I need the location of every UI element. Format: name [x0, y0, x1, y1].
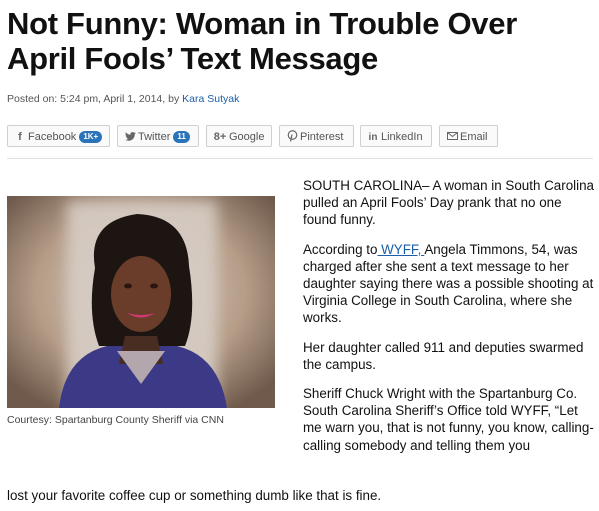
google-plus-icon: 8+ [213, 131, 227, 143]
pinterest-label: Pinterest [300, 131, 344, 143]
paragraph-2-lead: According to [303, 241, 378, 257]
share-bar: f Facebook 1K+ Twitter 11 8+ Google Pinteres… [7, 125, 593, 149]
twitter-count-badge: 11 [173, 131, 190, 143]
paragraph-4-last-line: lost your favorite coffee cup or somethi… [7, 488, 382, 503]
article-body: SOUTH CAROLINA– A woman in South Carolin… [303, 177, 597, 466]
photo-caption: Courtesy: Spartanburg County Sheriff via… [7, 414, 224, 426]
paragraph-4: Sheriff Chuck Wright with the Spartanbur… [303, 386, 594, 453]
divider [7, 158, 593, 159]
facebook-icon: f [18, 131, 22, 143]
email-icon [444, 126, 460, 148]
linkedin-share-button[interactable]: in LinkedIn [360, 125, 432, 147]
article-headline: Not Funny: Woman in Trouble Over April F… [7, 6, 517, 76]
byline: Posted on: 5:24 pm, April 1, 2014, by Ka… [7, 93, 239, 105]
facebook-label: Facebook [28, 131, 77, 143]
twitter-share-button[interactable]: Twitter 11 [117, 125, 199, 147]
google-plus-share-button[interactable]: 8+ Google [206, 125, 272, 147]
wyff-link[interactable]: WYFF, [377, 242, 424, 257]
paragraph-1: SOUTH CAROLINA– A woman in South Carolin… [303, 178, 594, 228]
google-label: Google [229, 131, 265, 143]
pinterest-share-button[interactable]: Pinterest [279, 125, 354, 147]
author-link[interactable]: Kara Sutyak [182, 93, 239, 105]
email-share-button[interactable]: Email [439, 125, 498, 147]
pinterest-icon [284, 126, 300, 148]
linkedin-label: LinkedIn [381, 131, 423, 143]
facebook-share-button[interactable]: f Facebook 1K+ [7, 125, 110, 147]
facebook-count-badge: 1K+ [79, 131, 103, 143]
linkedin-icon: in [368, 132, 378, 143]
twitter-icon [122, 126, 138, 148]
email-label: Email [460, 131, 488, 143]
paragraph-2: According to WYFF, Angela Timmons, 54, w… [303, 241, 597, 327]
byline-date: Posted on: 5:24 pm, April 1, 2014, by [7, 93, 183, 105]
paragraph-3: Her daughter called 911 and deputies swa… [303, 339, 584, 372]
twitter-label: Twitter [138, 131, 171, 143]
mugshot-photo [7, 196, 275, 408]
